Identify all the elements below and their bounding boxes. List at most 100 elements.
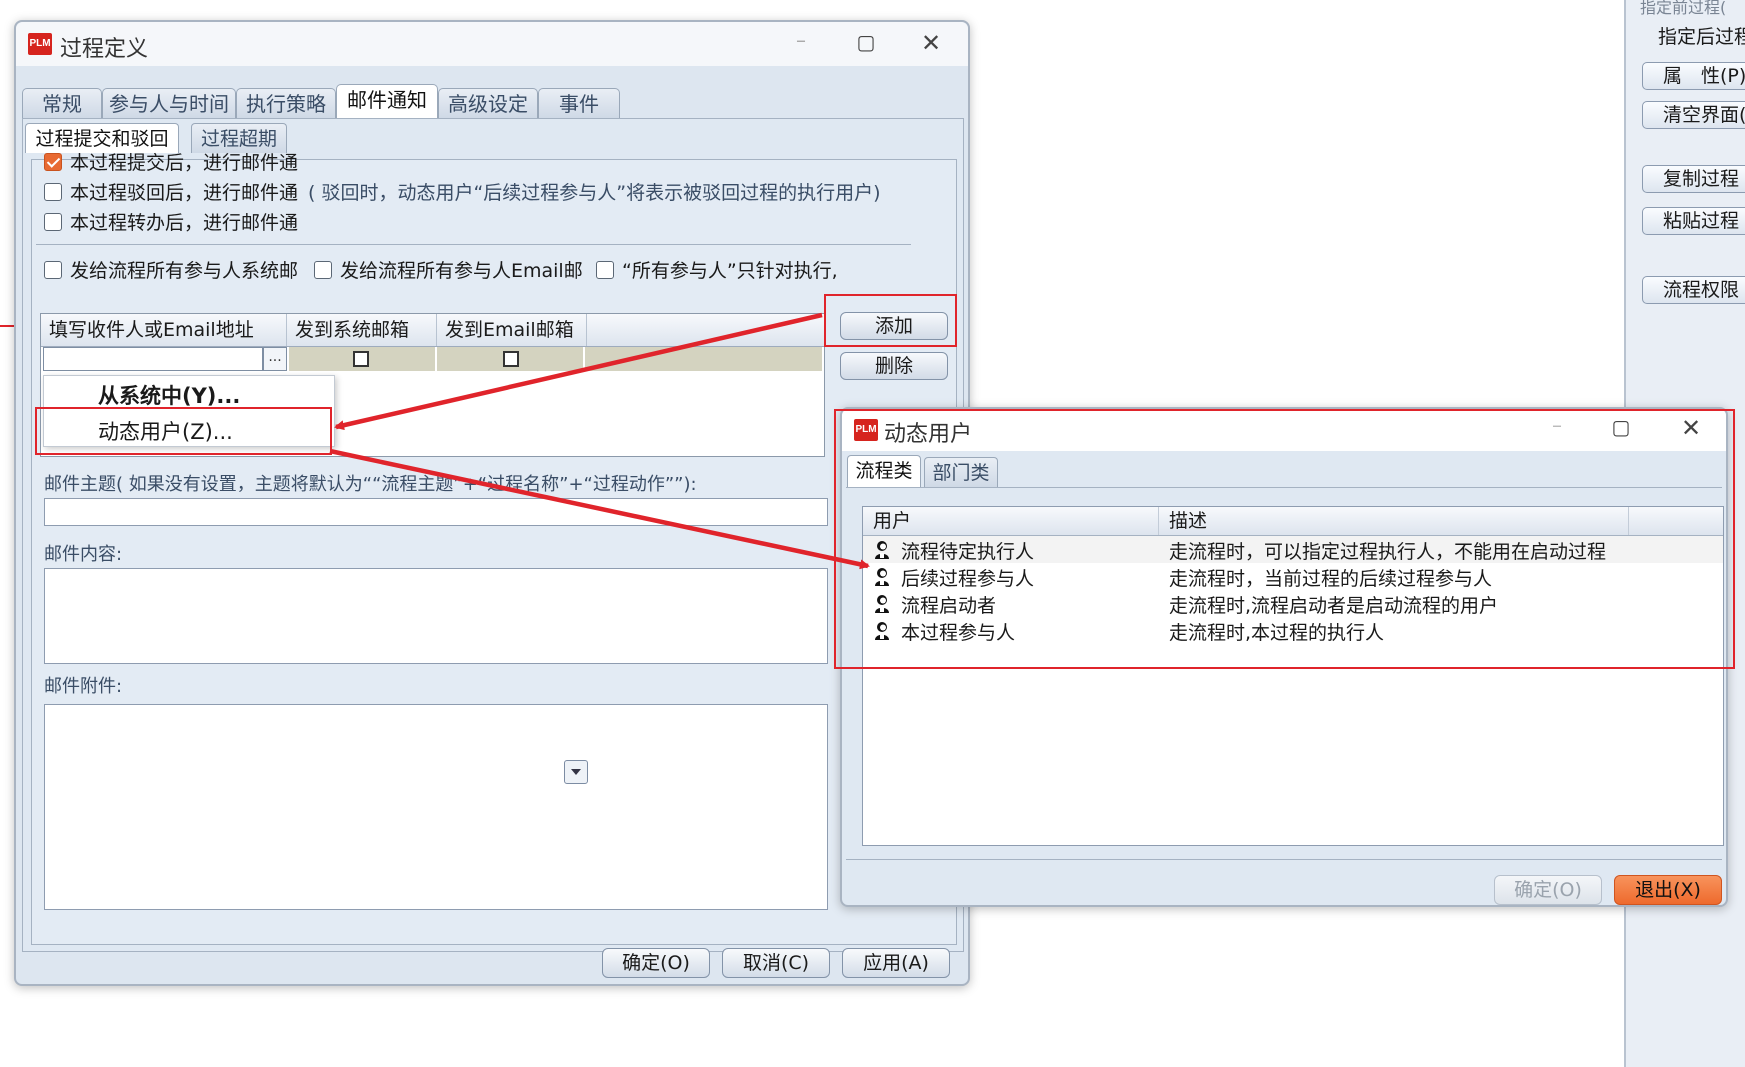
empty-cell (585, 347, 822, 371)
list-header: 用户 描述 (863, 507, 1723, 536)
user-name: 本过程参与人 (901, 622, 1016, 644)
tab-general[interactable]: 常规 (22, 88, 102, 118)
tab-events[interactable]: 事件 (538, 88, 620, 118)
side-top-text: 指定前过程( (1640, 0, 1727, 17)
user-description: 走流程时,流程启动者是启动流程的用户 (1169, 595, 1499, 617)
clear-interface-button[interactable]: 清空界面(L (1642, 101, 1745, 129)
properties-button[interactable]: 属 性(P) (1642, 62, 1745, 90)
tab-department-category[interactable]: 部门类 (924, 457, 998, 487)
checkbox[interactable] (44, 152, 62, 171)
dialog-title: 过程定义 (60, 37, 149, 62)
plm-logo-icon: PLM (28, 33, 52, 55)
paste-process-button[interactable]: 粘贴过程 (1642, 207, 1745, 235)
col-description: 描述 (1159, 507, 1629, 535)
option-after-transfer[interactable]: 本过程转办后，进行邮件通 (44, 208, 298, 235)
user-name: 流程启动者 (901, 595, 997, 617)
checkbox[interactable] (44, 212, 62, 231)
tab-participants-time[interactable]: 参与人与时间 (102, 88, 236, 118)
content-label: 邮件内容: (44, 544, 123, 565)
apply-button[interactable]: 应用(A) (842, 948, 950, 978)
tab-divider (846, 487, 1722, 488)
checkbox[interactable] (314, 260, 332, 279)
footer-divider (846, 859, 1722, 860)
user-name: 后续过程参与人 (901, 568, 1035, 590)
user-icon (875, 622, 889, 640)
list-item[interactable]: 后续过程参与人 走流程时，当前过程的后续过程参与人 (863, 563, 1723, 590)
option-label: 本过程驳回后，进行邮件通 (70, 182, 299, 204)
user-icon (875, 541, 889, 559)
separator (36, 244, 911, 245)
copy-process-button[interactable]: 复制过程 (1642, 165, 1745, 193)
email-mailbox-cell (437, 347, 585, 371)
reject-hint: ( 驳回时，动态用户“后续过程参与人”将表示被驳回过程的执行用户) (308, 182, 881, 204)
option-label: 发给流程所有参与人Email邮 (340, 260, 583, 282)
exit-button[interactable]: 退出(X) (1614, 875, 1722, 905)
user-description: 走流程时，可以指定过程执行人，不能用在启动过程 (1169, 541, 1607, 563)
list-item[interactable]: 本过程参与人 走流程时,本过程的执行人 (863, 617, 1723, 644)
user-name: 流程待定执行人 (901, 541, 1035, 563)
title-bar: PLM 过程定义 – ▢ ✕ (16, 22, 968, 66)
flow-permission-button[interactable]: 流程权限 (1642, 276, 1745, 304)
checkbox[interactable] (44, 182, 62, 201)
dynamic-ok-button[interactable]: 确定(O) (1494, 875, 1602, 905)
send-all-email[interactable]: 发给流程所有参与人Email邮 (314, 256, 594, 283)
option-after-submit[interactable]: 本过程提交后，进行邮件通 (44, 148, 298, 175)
dynamic-user-list: 用户 描述 流程待定执行人 走流程时，可以指定过程执行人，不能用在启动过程 后续… (862, 506, 1724, 846)
minimize-icon[interactable]: – (1542, 413, 1572, 437)
list-item[interactable]: 流程待定执行人 走流程时，可以指定过程执行人，不能用在启动过程 (863, 536, 1723, 563)
user-icon (875, 595, 889, 613)
content-textarea[interactable] (44, 568, 828, 664)
delete-button[interactable]: 删除 (840, 352, 948, 380)
user-description: 走流程时,本过程的执行人 (1169, 622, 1385, 644)
list-item[interactable]: 流程启动者 走流程时,流程启动者是启动流程的用户 (863, 590, 1723, 617)
user-description: 走流程时，当前过程的后续过程参与人 (1169, 568, 1493, 590)
option-label: 本过程提交后，进行邮件通 (70, 152, 299, 174)
option-label: 本过程转办后，进行邮件通 (70, 212, 299, 234)
assign-next-process-button[interactable]: 指定后过程( (1642, 24, 1745, 52)
checkbox[interactable] (44, 260, 62, 279)
system-mailbox-checkbox[interactable] (353, 351, 369, 367)
table-row: ... (41, 347, 824, 371)
chevron-down-icon[interactable] (564, 760, 588, 784)
annotation-tick (0, 325, 14, 327)
dynamic-user-dialog: PLM 动态用户 – ▢ ✕ 流程类 部门类 用户 描述 流程待定执行人 走流程… (840, 407, 1728, 907)
system-mailbox-cell (289, 347, 437, 371)
send-all-system-mail[interactable]: 发给流程所有参与人系统邮 (44, 256, 312, 283)
option-label: 发给流程所有参与人系统邮 (70, 260, 299, 282)
checkbox[interactable] (596, 260, 614, 279)
maximize-icon[interactable]: ▢ (1606, 415, 1636, 439)
recipient-input[interactable] (43, 347, 263, 371)
tab-advanced-settings[interactable]: 高级设定 (438, 88, 538, 118)
tab-process-category[interactable]: 流程类 (847, 455, 921, 487)
subject-input[interactable] (44, 498, 828, 526)
only-for-executors[interactable]: “所有参与人”只针对执行, (596, 256, 866, 283)
col-user: 用户 (863, 507, 1159, 535)
email-mailbox-checkbox[interactable] (503, 351, 519, 367)
col-recipient: 填写收件人或Email地址 (41, 314, 287, 346)
close-icon[interactable]: ✕ (916, 29, 946, 57)
user-icon (875, 568, 889, 586)
col-email-mailbox: 发到Email邮箱 (437, 314, 587, 346)
dialog-title: 动态用户 (884, 422, 973, 447)
option-after-reject[interactable]: 本过程驳回后，进行邮件通 ( 驳回时，动态用户“后续过程参与人”将表示被驳回过程… (44, 178, 881, 205)
subject-label: 邮件主题( 如果没有设置，主题将默认为““流程主题”+“过程名称”+“过程动作”… (44, 474, 697, 495)
cancel-button[interactable]: 取消(C) (722, 948, 830, 978)
browse-button[interactable]: ... (263, 347, 287, 371)
recipient-context-menu: 从系统中(Y)... 动态用户(Z)... (43, 375, 335, 447)
grid-header: 填写收件人或Email地址 发到系统邮箱 发到Email邮箱 (41, 314, 824, 347)
minimize-icon[interactable]: – (786, 28, 816, 52)
add-button[interactable]: 添加 (840, 312, 948, 340)
plm-logo-icon: PLM (854, 419, 878, 441)
ok-button[interactable]: 确定(O) (602, 948, 710, 978)
option-label: “所有参与人”只针对执行, (622, 260, 838, 282)
attachment-label: 邮件附件: (44, 676, 123, 697)
attachment-area[interactable] (44, 704, 828, 910)
menu-item-from-system[interactable]: 从系统中(Y)... (98, 380, 240, 410)
col-system-mailbox: 发到系统邮箱 (287, 314, 437, 346)
maximize-icon[interactable]: ▢ (851, 30, 881, 54)
menu-item-dynamic-user[interactable]: 动态用户(Z)... (98, 416, 233, 446)
close-icon[interactable]: ✕ (1676, 414, 1706, 442)
tab-execution-strategy[interactable]: 执行策略 (236, 88, 336, 118)
tab-email-notification[interactable]: 邮件通知 (336, 84, 438, 118)
title-bar: PLM 动态用户 – ▢ ✕ (842, 409, 1726, 451)
